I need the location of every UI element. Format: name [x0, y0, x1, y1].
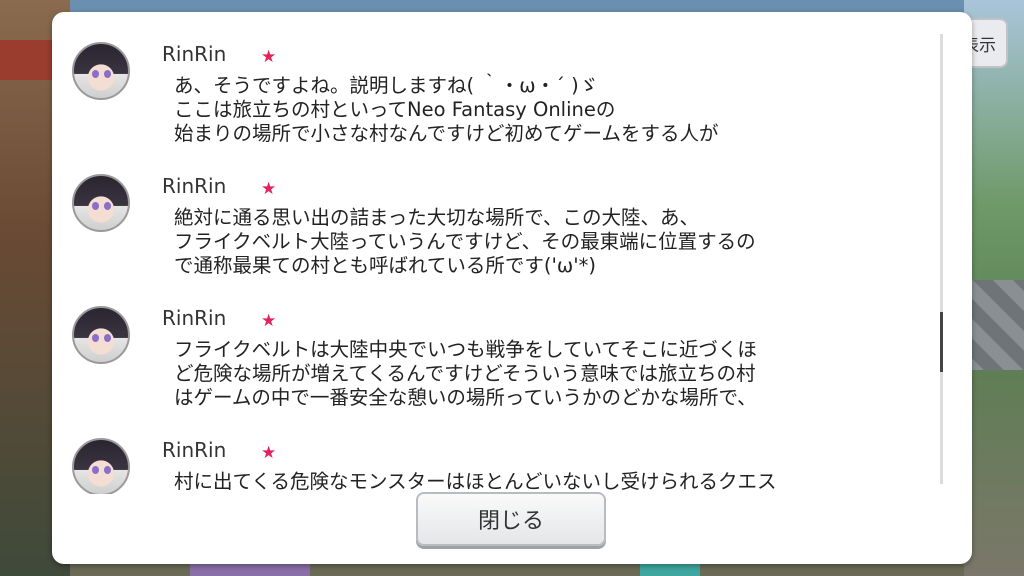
star-icon: ★: [261, 179, 277, 199]
background-stones: [964, 280, 1024, 370]
star-icon: ★: [261, 311, 277, 331]
avatar: [72, 174, 130, 232]
speaker-name: RinRin: [162, 42, 227, 66]
log-entry: RinRin ★ 絶対に通る思い出の詰まった大切な場所で、この大陸、あ、 フライ…: [52, 164, 942, 296]
log-entry: RinRin ★ 村に出てくる危険なモンスターはほとんどいないし受けられるクエス: [52, 428, 942, 494]
avatar: [72, 42, 130, 100]
star-icon: ★: [261, 443, 277, 463]
close-button[interactable]: 閉じる: [416, 492, 606, 546]
close-button-label: 閉じる: [477, 509, 544, 534]
log-entry: RinRin ★ フライクベルトは大陸中央でいつも戦争をしていてそこに近づくほ …: [52, 296, 942, 428]
speaker-name: RinRin: [162, 438, 227, 462]
message-text: 村に出てくる危険なモンスターはほとんどいないし受けられるクエス: [174, 470, 777, 493]
message-log-dialog: RinRin ★ あ、そうですよね。説明しますね( ｀・ω・´ )ゞ ここは旅立…: [52, 12, 972, 564]
message-text: 絶対に通る思い出の詰まった大切な場所で、この大陸、あ、 フライクベルト大陸ってい…: [174, 206, 756, 277]
avatar: [72, 306, 130, 364]
log-entry: RinRin ★ あ、そうですよね。説明しますね( ｀・ω・´ )ゞ ここは旅立…: [52, 32, 942, 164]
message-text: フライクベルトは大陸中央でいつも戦争をしていてそこに近づくほ ど危険な場所が増え…: [174, 338, 757, 409]
message-log-list[interactable]: RinRin ★ あ、そうですよね。説明しますね( ｀・ω・´ )ゞ ここは旅立…: [52, 32, 942, 494]
message-text: あ、そうですよね。説明しますね( ｀・ω・´ )ゞ ここは旅立ちの村といってNe…: [174, 74, 719, 145]
star-icon: ★: [261, 47, 277, 67]
scrollbar-thumb[interactable]: [940, 312, 943, 372]
speaker-name: RinRin: [162, 174, 227, 198]
scrollbar[interactable]: [940, 34, 943, 484]
speaker-name: RinRin: [162, 306, 227, 330]
avatar: [72, 438, 130, 494]
